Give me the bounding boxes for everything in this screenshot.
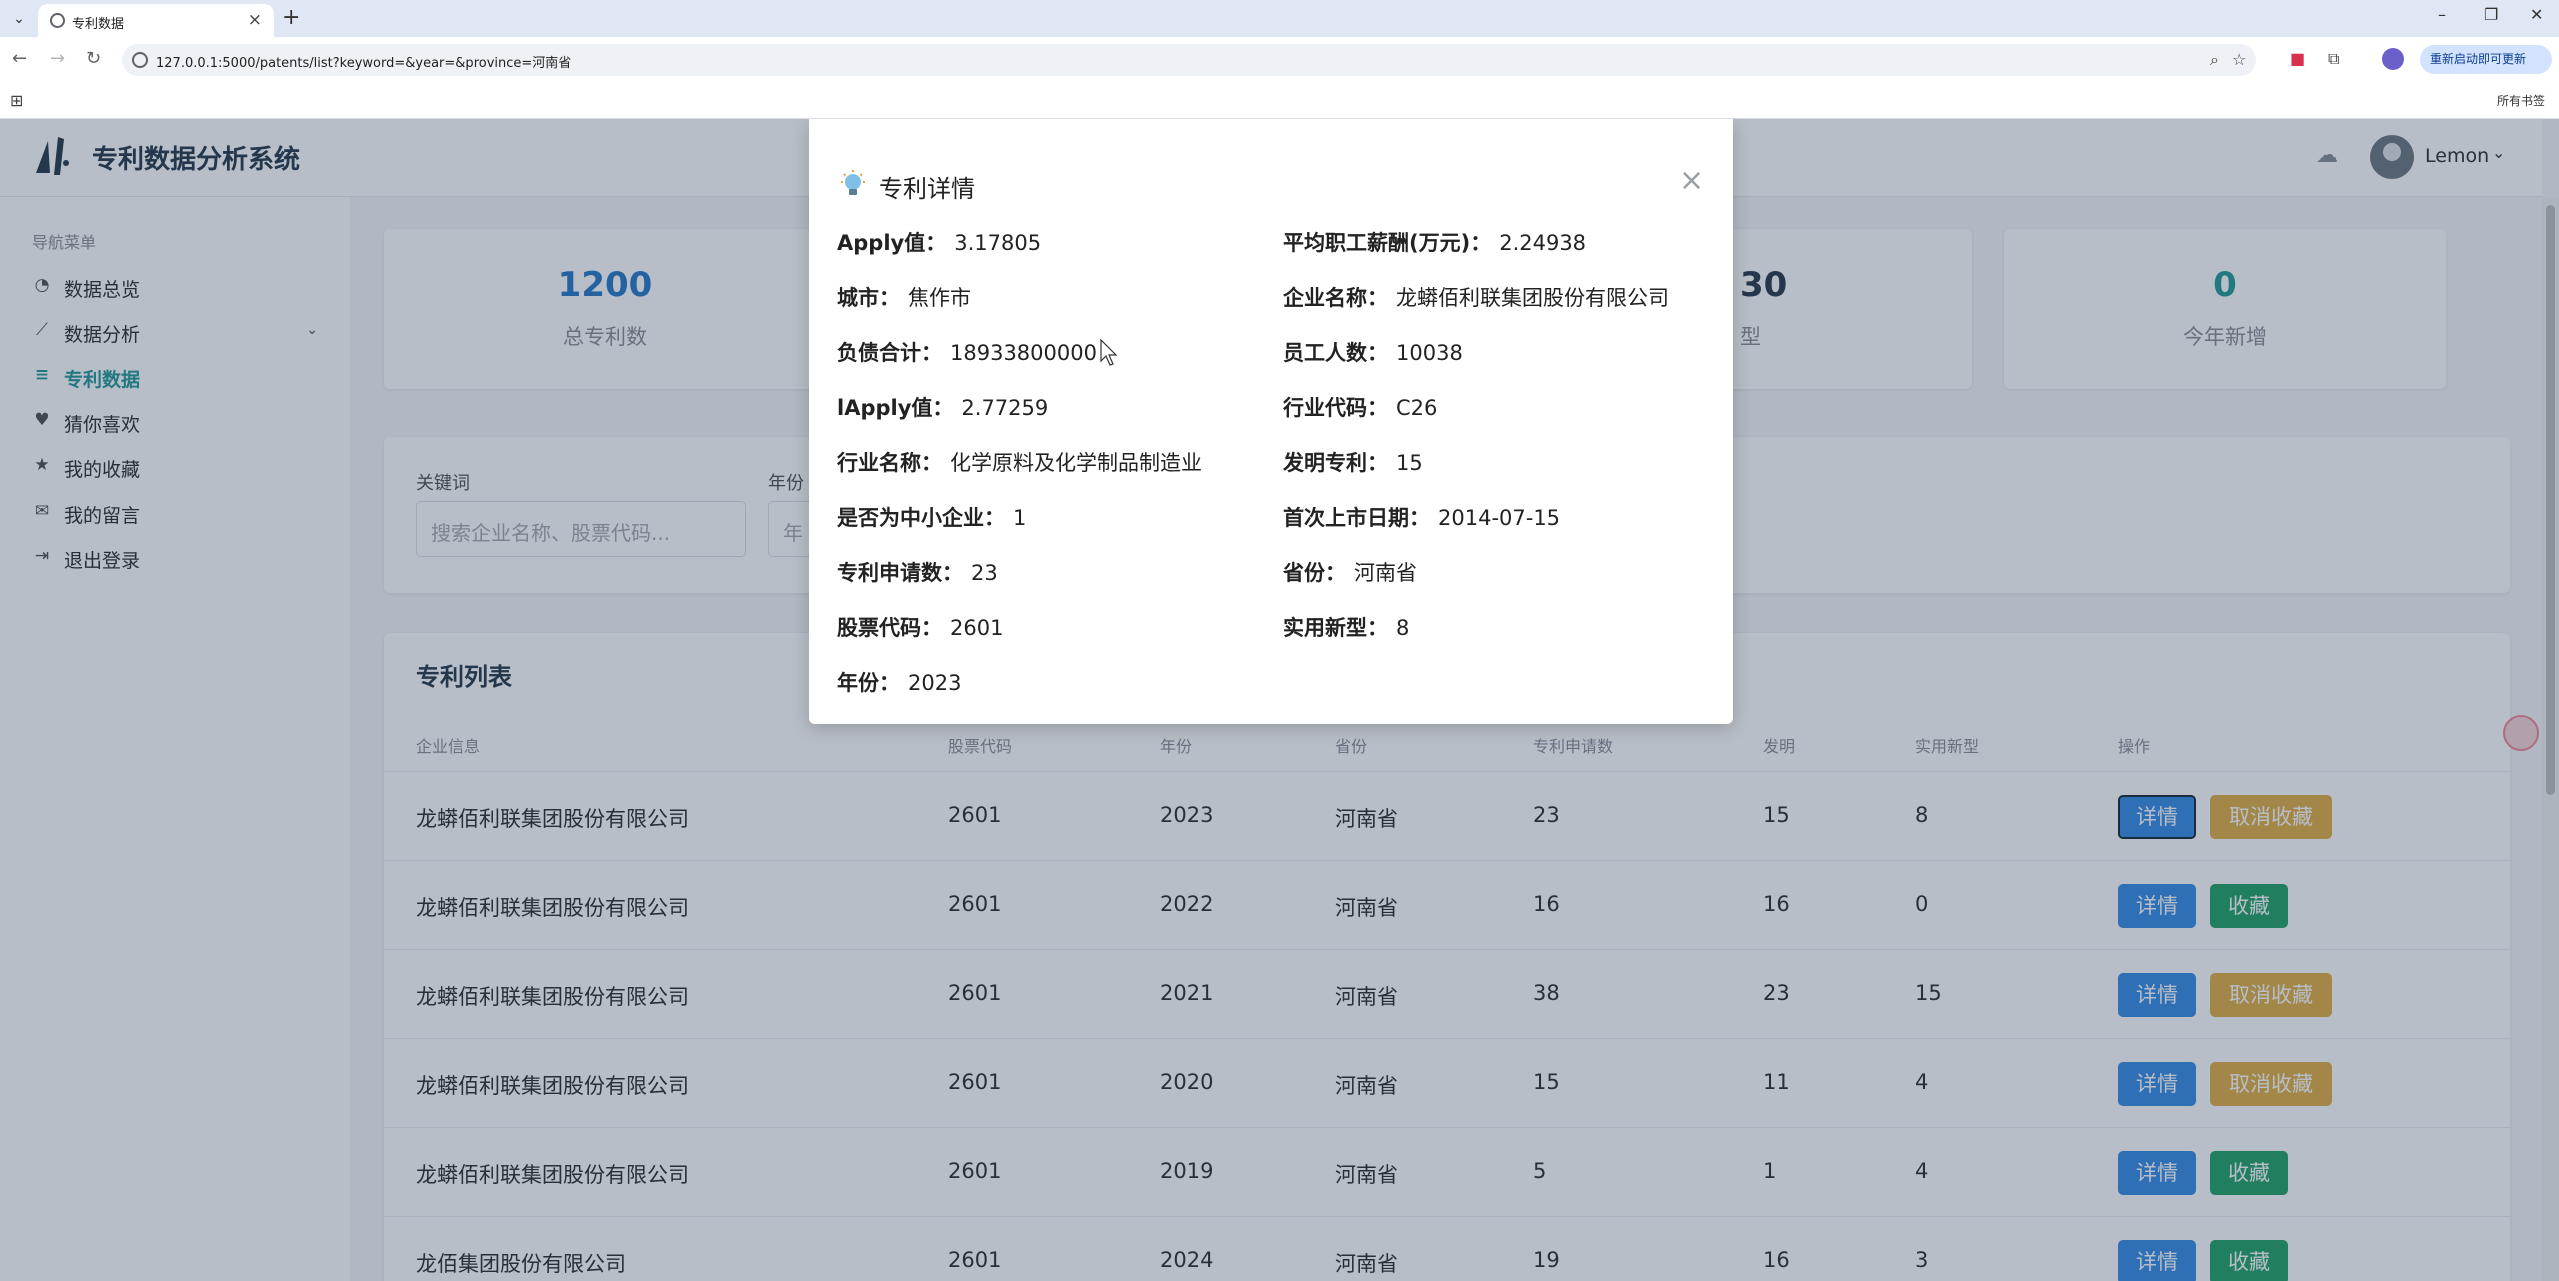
field-value: 2.24938 [1499,231,1587,255]
detail-field-utility-models: 实用新型： 8 [1283,612,1409,642]
field-key: 城市： [837,286,900,310]
field-key: 是否为中小企业： [837,506,1005,530]
forward-icon[interactable]: → [50,48,65,69]
field-key: 平均职工薪酬(万元)： [1283,231,1492,255]
browser-toolbar: ← → ↻ 127.0.0.1:5000/patents/list?keywor… [0,37,2559,83]
detail-field-stock-code: 股票代码： 2601 [837,612,1003,642]
tab-title: 专利数据 [72,17,125,32]
field-key: 实用新型： [1283,616,1388,640]
window-close-icon[interactable]: ✕ [2530,5,2543,24]
modal-close-icon[interactable]: × [1679,163,1704,198]
field-key: 员工人数： [1283,341,1388,365]
tab-search-chevron-icon[interactable]: ⌄ [8,8,30,30]
field-key: 首次上市日期： [1283,506,1430,530]
reload-icon[interactable]: ↻ [86,48,101,69]
field-value: 2.77259 [961,396,1049,420]
detail-field-year: 年份： 2023 [837,667,961,697]
field-key: 行业名称： [837,451,942,475]
detail-field-province: 省份： 河南省 [1283,557,1417,587]
bookmark-star-icon[interactable]: ☆ [2232,50,2246,69]
profile-avatar[interactable] [2382,48,2404,70]
field-value: 3.17805 [954,231,1042,255]
field-key: 企业名称： [1283,286,1388,310]
browser-tab-bar: ⌄ 专利数据 × + – ❐ ✕ [0,0,2559,37]
url-text[interactable]: 127.0.0.1:5000/patents/list?keyword=&yea… [156,52,571,71]
all-bookmarks-folder[interactable]: 所有书签 [2497,92,2545,109]
site-info-icon[interactable] [132,52,148,68]
detail-field-listing-date: 首次上市日期： 2014-07-15 [1283,502,1560,532]
detail-field-applications: 专利申请数： 23 [837,557,998,587]
detail-field-industry-code: 行业代码： C26 [1283,392,1437,422]
lightbulb-icon [841,170,865,195]
tab-close-icon[interactable]: × [248,10,262,30]
globe-icon [50,13,65,28]
detail-field-apply: Apply值： 3.17805 [837,227,1041,257]
patent-detail-modal: 专利详情 × Apply值： 3.17805 城市： 焦作市 负债合计： 189338… [809,119,1733,724]
detail-field-industry-name: 行业名称： 化学原料及化学制品制造业 [837,447,1202,477]
field-value: 2023 [908,671,962,695]
update-button[interactable]: 重新启动即可更新 [2420,45,2552,74]
detail-field-liabilities: 负债合计： 18933800000 [837,337,1097,367]
field-value: 10038 [1396,341,1463,365]
apps-grid-icon[interactable]: ⊞ [10,91,23,110]
field-key: 行业代码： [1283,396,1388,420]
field-value: 河南省 [1354,561,1417,585]
field-key: 专利申请数： [837,561,963,585]
field-key: 省份： [1283,561,1346,585]
field-value: 2601 [950,616,1004,640]
field-key: 负债合计： [837,341,942,365]
field-value: 2014-07-15 [1438,506,1561,530]
field-value: 龙蟒佰利联集团股份有限公司 [1396,286,1669,310]
detail-field-lapply: lApply值： 2.77259 [837,392,1048,422]
minimize-icon[interactable]: – [2438,5,2446,24]
address-bar[interactable]: 127.0.0.1:5000/patents/list?keyword=&yea… [122,44,2256,76]
field-value: 18933800000 [950,341,1097,365]
detail-field-invention-patents: 发明专利： 15 [1283,447,1423,477]
field-value: 23 [971,561,998,585]
page: 专利数据分析系统 ☁ Lemon ⌄ 导航菜单 ◔ 数据总览 ⟋ 数据分析 ⌄ … [0,119,2559,1281]
field-key: 年份： [837,671,900,695]
detail-field-company-name: 企业名称： 龙蟒佰利联集团股份有限公司 [1283,282,1669,312]
browser-tab[interactable]: 专利数据 × [38,4,274,37]
field-value: 1 [1013,506,1027,530]
detail-field-avg-salary: 平均职工薪酬(万元)： 2.24938 [1283,227,1586,257]
field-value: 8 [1396,616,1410,640]
back-icon[interactable]: ← [12,48,27,69]
mouse-cursor-icon [1100,339,1118,366]
modal-title: 专利详情 [879,175,975,203]
detail-field-employees: 员工人数： 10038 [1283,337,1463,367]
field-key: Apply值： [837,231,947,255]
field-key: 发明专利： [1283,451,1388,475]
field-value: 化学原料及化学制品制造业 [950,451,1202,475]
field-key: 股票代码： [837,616,942,640]
extension-icon[interactable]: ■ [2290,49,2305,68]
bookmarks-bar: ⊞ 所有书签 [0,83,2559,119]
field-value: 15 [1396,451,1423,475]
field-value: C26 [1396,396,1438,420]
field-value: 焦作市 [908,286,971,310]
extensions-puzzle-icon[interactable]: ⧉ [2328,49,2339,69]
detail-field-city: 城市： 焦作市 [837,282,971,312]
field-key: lApply值： [837,396,954,420]
zoom-icon[interactable]: ⌕ [2210,50,2219,70]
detail-field-sme: 是否为中小企业： 1 [837,502,1026,532]
new-tab-icon[interactable]: + [282,5,300,30]
restore-icon[interactable]: ❐ [2484,5,2498,24]
